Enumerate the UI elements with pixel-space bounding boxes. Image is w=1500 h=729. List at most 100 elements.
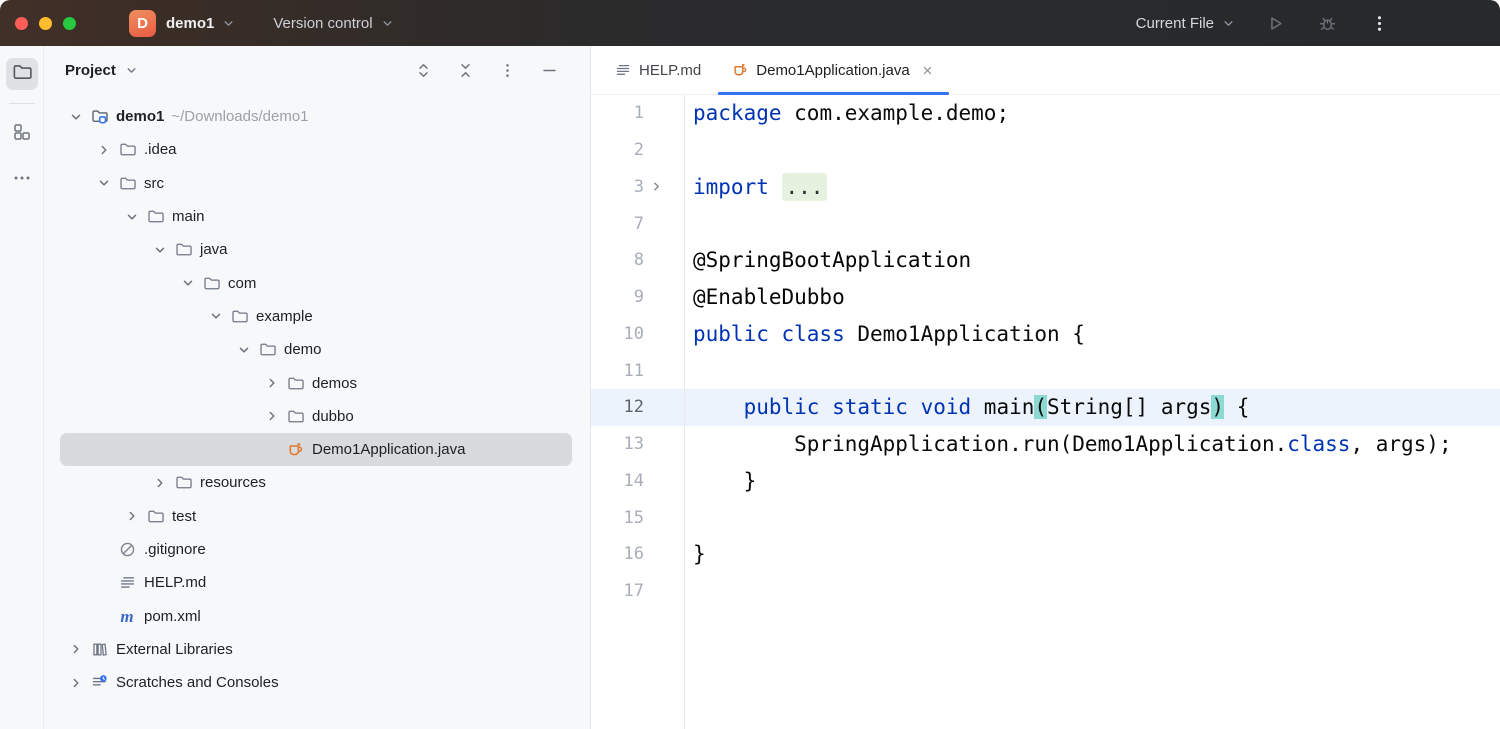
- folder-icon: [286, 407, 304, 425]
- chevron-down-icon[interactable]: [62, 109, 90, 125]
- chevron-down-icon[interactable]: [146, 242, 174, 258]
- tree-item-pom-xml[interactable]: m pom.xml: [60, 599, 572, 632]
- code-line-10[interactable]: 10public class Demo1Application {: [591, 316, 1500, 353]
- code-line-11[interactable]: 11: [591, 352, 1500, 389]
- chevron-right-icon[interactable]: [146, 475, 174, 491]
- gutter[interactable]: 10: [591, 316, 685, 353]
- debug-button[interactable]: [1316, 12, 1338, 34]
- tree-item-dubbo[interactable]: dubbo: [60, 400, 572, 433]
- gutter[interactable]: 1: [591, 95, 685, 132]
- gutter[interactable]: 11: [591, 352, 685, 389]
- run-button[interactable]: [1264, 12, 1286, 34]
- chevron-right-icon[interactable]: [62, 641, 90, 657]
- title-bar: D demo1 Version control Current File: [0, 0, 1500, 46]
- tree-item-label: resources: [200, 474, 266, 491]
- tree-item-src[interactable]: src: [60, 167, 572, 200]
- close-window-button[interactable]: [15, 17, 28, 30]
- collapse-all-icon[interactable]: [456, 62, 474, 80]
- more-actions-button[interactable]: [1368, 12, 1390, 34]
- tree-item-help-md[interactable]: HELP.md: [60, 566, 572, 599]
- chevron-right-icon[interactable]: [90, 142, 118, 158]
- gutter[interactable]: 16: [591, 536, 685, 573]
- line-number: 3: [591, 177, 644, 197]
- chevron-right-icon[interactable]: [258, 375, 286, 391]
- code-line-15[interactable]: 15: [591, 499, 1500, 536]
- chevron-down-icon[interactable]: [90, 175, 118, 191]
- tree-item-idea[interactable]: .idea: [60, 133, 572, 166]
- vcs-widget[interactable]: Version control: [273, 15, 394, 32]
- tree-item-label: pom.xml: [144, 608, 201, 625]
- chevron-down-icon: [380, 16, 395, 31]
- tree-item-main[interactable]: main: [60, 200, 572, 233]
- code-text: package com.example.demo;: [685, 101, 1009, 125]
- code-line-13[interactable]: 13 SpringApplication.run(Demo1Applicatio…: [591, 426, 1500, 463]
- tree-item-label: src: [144, 175, 164, 192]
- code-line-3[interactable]: 3import ...: [591, 169, 1500, 206]
- code-text: public static void main(String[] args) {: [685, 395, 1249, 419]
- tree-item-demo1application-java[interactable]: Demo1Application.java: [60, 433, 572, 466]
- chevron-down-icon[interactable]: [202, 308, 230, 324]
- tree-item-test[interactable]: test: [60, 500, 572, 533]
- close-tab-icon[interactable]: [920, 62, 936, 78]
- chevron-down-icon[interactable]: [124, 63, 139, 78]
- libraries-icon: [90, 640, 108, 658]
- code-line-7[interactable]: 7: [591, 205, 1500, 242]
- tree-item-demo1[interactable]: demo1~/Downloads/demo1: [60, 100, 572, 133]
- line-number: 10: [591, 324, 644, 344]
- hide-panel-icon[interactable]: [540, 62, 558, 80]
- code-line-2[interactable]: 2: [591, 132, 1500, 169]
- code-line-14[interactable]: 14 }: [591, 463, 1500, 500]
- more-tool-windows-button[interactable]: [6, 164, 38, 196]
- gutter[interactable]: 17: [591, 573, 685, 610]
- gutter[interactable]: 14: [591, 463, 685, 500]
- code-line-8[interactable]: 8@SpringBootApplication: [591, 242, 1500, 279]
- code-line-16[interactable]: 16}: [591, 536, 1500, 573]
- code-line-1[interactable]: 1package com.example.demo;: [591, 95, 1500, 132]
- tree-item-scratches-and-consoles[interactable]: Scratches and Consoles: [60, 666, 572, 699]
- tab-help-md[interactable]: HELP.md: [599, 46, 716, 94]
- gutter[interactable]: 13: [591, 426, 685, 463]
- tree-item-java[interactable]: java: [60, 233, 572, 266]
- maven-icon: m: [118, 607, 136, 625]
- tree-item-demo[interactable]: demo: [60, 333, 572, 366]
- project-name: demo1: [166, 15, 214, 32]
- gutter[interactable]: 3: [591, 169, 685, 206]
- project-panel-header: Project: [44, 46, 590, 95]
- options-menu-icon[interactable]: [498, 62, 516, 80]
- chevron-right-icon[interactable]: [258, 408, 286, 424]
- tree-item-demos[interactable]: demos: [60, 366, 572, 399]
- gutter[interactable]: 2: [591, 132, 685, 169]
- chevron-down-icon[interactable]: [174, 275, 202, 291]
- tree-item-gitignore[interactable]: .gitignore: [60, 533, 572, 566]
- tree-item-label: com: [228, 275, 256, 292]
- code-line-9[interactable]: 9@EnableDubbo: [591, 279, 1500, 316]
- tree-item-external-libraries[interactable]: External Libraries: [60, 633, 572, 666]
- minimize-window-button[interactable]: [39, 17, 52, 30]
- chevron-down-icon[interactable]: [230, 342, 258, 358]
- code-line-12[interactable]: 12 public static void main(String[] args…: [591, 389, 1500, 426]
- tree-item-label: test: [172, 508, 196, 525]
- tree-item-resources[interactable]: resources: [60, 466, 572, 499]
- code-editor[interactable]: 1package com.example.demo;23import ...78…: [591, 95, 1500, 729]
- gutter[interactable]: 12: [591, 389, 685, 426]
- unfold-icon[interactable]: [649, 169, 664, 206]
- editor: HELP.mdDemo1Application.java 1package co…: [591, 46, 1500, 729]
- code-line-17[interactable]: 17: [591, 573, 1500, 610]
- tab-demo1application-java[interactable]: Demo1Application.java: [716, 46, 950, 94]
- gutter[interactable]: 7: [591, 205, 685, 242]
- gutter[interactable]: 15: [591, 499, 685, 536]
- tree-item-example[interactable]: example: [60, 300, 572, 333]
- run-configuration-selector[interactable]: Current File: [1136, 15, 1236, 32]
- chevron-right-icon[interactable]: [62, 675, 90, 691]
- expand-all-icon[interactable]: [414, 62, 432, 80]
- project-tool-window-button[interactable]: [6, 58, 38, 90]
- project-switcher[interactable]: demo1: [156, 15, 236, 32]
- chevron-down-icon[interactable]: [118, 209, 146, 225]
- gutter[interactable]: 8: [591, 242, 685, 279]
- structure-tool-window-button[interactable]: [6, 118, 38, 150]
- gutter[interactable]: 9: [591, 279, 685, 316]
- tree-item-com[interactable]: com: [60, 266, 572, 299]
- project-avatar[interactable]: D: [129, 10, 156, 37]
- zoom-window-button[interactable]: [63, 17, 76, 30]
- chevron-right-icon[interactable]: [118, 508, 146, 524]
